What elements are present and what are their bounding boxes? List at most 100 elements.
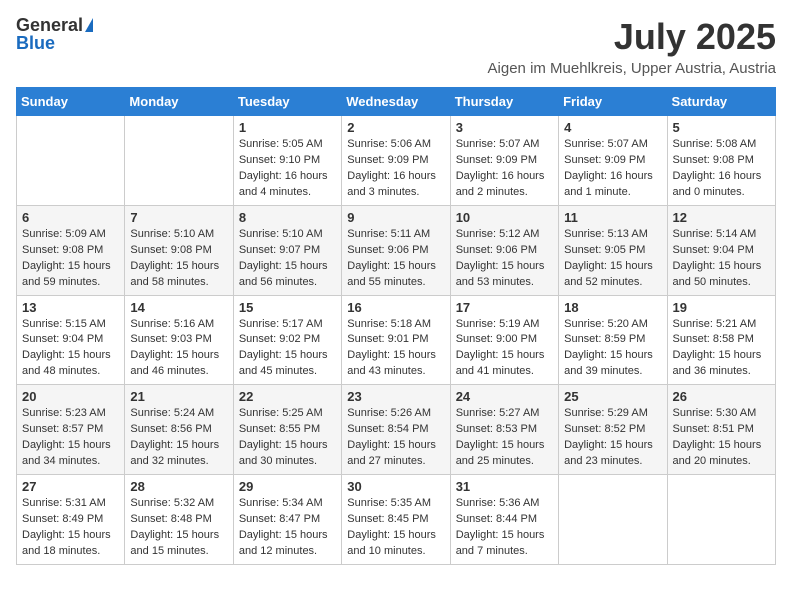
day-number: 20 bbox=[22, 389, 119, 404]
day-cell-4: 4Sunrise: 5:07 AMSunset: 9:09 PMDaylight… bbox=[559, 116, 667, 206]
day-cell-13: 13 Sunrise: 5:15 AMSunset: 9:04 PMDayligh… bbox=[17, 295, 125, 385]
day-number: 10 bbox=[456, 210, 553, 225]
day-cell-8: 8 Sunrise: 5:10 AMSunset: 9:07 PMDaylight… bbox=[233, 205, 341, 295]
day-cell-18: 18 Sunrise: 5:20 AMSunset: 8:59 PMDayligh… bbox=[559, 295, 667, 385]
day-cell-1: 1 Sunrise: 5:05 AMSunset: 9:10 PMDaylight… bbox=[233, 116, 341, 206]
day-cell-2: 2 Sunrise: 5:06 AMSunset: 9:09 PMDaylight… bbox=[342, 116, 450, 206]
day-info: Sunrise: 5:29 AMSunset: 8:52 PMDaylight:… bbox=[564, 406, 661, 470]
weekday-header-tuesday: Tuesday bbox=[233, 88, 341, 116]
day-cell-25: 25 Sunrise: 5:29 AMSunset: 8:52 PMDayligh… bbox=[559, 385, 667, 475]
weekday-header-friday: Friday bbox=[559, 88, 667, 116]
day-info: Sunrise: 5:07 AMSunset: 9:09 PMDaylight:… bbox=[564, 137, 661, 201]
day-number: 21 bbox=[130, 389, 227, 404]
day-info: Sunrise: 5:08 AMSunset: 9:08 PMDaylight:… bbox=[673, 137, 770, 201]
weekday-header-thursday: Thursday bbox=[450, 88, 558, 116]
week-row-4: 20 Sunrise: 5:23 AMSunset: 8:57 PMDayligh… bbox=[17, 385, 776, 475]
empty-cell bbox=[667, 475, 775, 565]
month-title: July 2025 bbox=[488, 16, 776, 58]
day-cell-3: 3 Sunrise: 5:07 AMSunset: 9:09 PMDaylight… bbox=[450, 116, 558, 206]
day-cell-24: 24Sunrise: 5:27 AMSunset: 8:53 PMDayligh… bbox=[450, 385, 558, 475]
day-cell-28: 28Sunrise: 5:32 AMSunset: 8:48 PMDayligh… bbox=[125, 475, 233, 565]
day-cell-26: 26 Sunrise: 5:30 AMSunset: 8:51 PMDayligh… bbox=[667, 385, 775, 475]
day-info: Sunrise: 5:30 AMSunset: 8:51 PMDaylight:… bbox=[673, 406, 770, 470]
day-cell-16: 16 Sunrise: 5:18 AMSunset: 9:01 PMDayligh… bbox=[342, 295, 450, 385]
day-info: Sunrise: 5:17 AMSunset: 9:02 PMDaylight:… bbox=[239, 317, 336, 381]
day-number: 22 bbox=[239, 389, 336, 404]
day-info: Sunrise: 5:20 AMSunset: 8:59 PMDaylight:… bbox=[564, 317, 661, 381]
day-info: Sunrise: 5:18 AMSunset: 9:01 PMDaylight:… bbox=[347, 317, 444, 381]
day-number: 1 bbox=[239, 120, 336, 135]
day-number: 14 bbox=[130, 300, 227, 315]
day-info: Sunrise: 5:10 AMSunset: 9:08 PMDaylight:… bbox=[130, 227, 227, 291]
day-number: 9 bbox=[347, 210, 444, 225]
week-row-3: 13 Sunrise: 5:15 AMSunset: 9:04 PMDayligh… bbox=[17, 295, 776, 385]
day-number: 12 bbox=[673, 210, 770, 225]
empty-cell bbox=[17, 116, 125, 206]
day-number: 16 bbox=[347, 300, 444, 315]
day-number: 3 bbox=[456, 120, 553, 135]
day-info: Sunrise: 5:25 AMSunset: 8:55 PMDaylight:… bbox=[239, 406, 336, 470]
day-number: 15 bbox=[239, 300, 336, 315]
day-info: Sunrise: 5:36 AMSunset: 8:44 PMDaylight:… bbox=[456, 496, 553, 560]
day-info: Sunrise: 5:14 AMSunset: 9:04 PMDaylight:… bbox=[673, 227, 770, 291]
week-row-2: 6Sunrise: 5:09 AMSunset: 9:08 PMDaylight… bbox=[17, 205, 776, 295]
empty-cell bbox=[559, 475, 667, 565]
day-number: 25 bbox=[564, 389, 661, 404]
day-number: 26 bbox=[673, 389, 770, 404]
day-number: 13 bbox=[22, 300, 119, 315]
day-number: 18 bbox=[564, 300, 661, 315]
day-info: Sunrise: 5:13 AMSunset: 9:05 PMDaylight:… bbox=[564, 227, 661, 291]
day-number: 30 bbox=[347, 479, 444, 494]
day-info: Sunrise: 5:05 AMSunset: 9:10 PMDaylight:… bbox=[239, 137, 336, 201]
day-info: Sunrise: 5:24 AMSunset: 8:56 PMDaylight:… bbox=[130, 406, 227, 470]
day-info: Sunrise: 5:23 AMSunset: 8:57 PMDaylight:… bbox=[22, 406, 119, 470]
logo-triangle-icon bbox=[85, 18, 93, 32]
day-info: Sunrise: 5:31 AMSunset: 8:49 PMDaylight:… bbox=[22, 496, 119, 560]
day-number: 5 bbox=[673, 120, 770, 135]
day-info: Sunrise: 5:19 AMSunset: 9:00 PMDaylight:… bbox=[456, 317, 553, 381]
day-info: Sunrise: 5:26 AMSunset: 8:54 PMDaylight:… bbox=[347, 406, 444, 470]
day-number: 6 bbox=[22, 210, 119, 225]
day-cell-27: 27 Sunrise: 5:31 AMSunset: 8:49 PMDayligh… bbox=[17, 475, 125, 565]
day-cell-10: 10 Sunrise: 5:12 AMSunset: 9:06 PMDayligh… bbox=[450, 205, 558, 295]
day-number: 31 bbox=[456, 479, 553, 494]
weekday-header-saturday: Saturday bbox=[667, 88, 775, 116]
day-number: 27 bbox=[22, 479, 119, 494]
day-number: 19 bbox=[673, 300, 770, 315]
day-info: Sunrise: 5:12 AMSunset: 9:06 PMDaylight:… bbox=[456, 227, 553, 291]
title-area: July 2025 Aigen im Muehlkreis, Upper Aus… bbox=[488, 16, 776, 77]
empty-cell bbox=[125, 116, 233, 206]
day-number: 29 bbox=[239, 479, 336, 494]
day-number: 23 bbox=[347, 389, 444, 404]
day-info: Sunrise: 5:35 AMSunset: 8:45 PMDaylight:… bbox=[347, 496, 444, 560]
day-cell-19: 19Sunrise: 5:21 AMSunset: 8:58 PMDayligh… bbox=[667, 295, 775, 385]
day-cell-20: 20 Sunrise: 5:23 AMSunset: 8:57 PMDayligh… bbox=[17, 385, 125, 475]
day-cell-23: 23 Sunrise: 5:26 AMSunset: 8:54 PMDayligh… bbox=[342, 385, 450, 475]
day-cell-21: 21 Sunrise: 5:24 AMSunset: 8:56 PMDayligh… bbox=[125, 385, 233, 475]
day-info: Sunrise: 5:10 AMSunset: 9:07 PMDaylight:… bbox=[239, 227, 336, 291]
day-number: 7 bbox=[130, 210, 227, 225]
day-number: 11 bbox=[564, 210, 661, 225]
day-number: 28 bbox=[130, 479, 227, 494]
day-info: Sunrise: 5:07 AMSunset: 9:09 PMDaylight:… bbox=[456, 137, 553, 201]
weekday-header-row: SundayMondayTuesdayWednesdayThursdayFrid… bbox=[17, 88, 776, 116]
day-info: Sunrise: 5:27 AMSunset: 8:53 PMDaylight:… bbox=[456, 406, 553, 470]
day-cell-15: 15 Sunrise: 5:17 AMSunset: 9:02 PMDayligh… bbox=[233, 295, 341, 385]
day-number: 17 bbox=[456, 300, 553, 315]
day-cell-9: 9Sunrise: 5:11 AMSunset: 9:06 PMDaylight… bbox=[342, 205, 450, 295]
day-cell-17: 17 Sunrise: 5:19 AMSunset: 9:00 PMDayligh… bbox=[450, 295, 558, 385]
location-title: Aigen im Muehlkreis, Upper Austria, Aust… bbox=[488, 60, 776, 77]
day-cell-14: 14Sunrise: 5:16 AMSunset: 9:03 PMDayligh… bbox=[125, 295, 233, 385]
weekday-header-sunday: Sunday bbox=[17, 88, 125, 116]
day-cell-12: 12 Sunrise: 5:14 AMSunset: 9:04 PMDayligh… bbox=[667, 205, 775, 295]
day-number: 8 bbox=[239, 210, 336, 225]
day-cell-11: 11 Sunrise: 5:13 AMSunset: 9:05 PMDayligh… bbox=[559, 205, 667, 295]
day-info: Sunrise: 5:06 AMSunset: 9:09 PMDaylight:… bbox=[347, 137, 444, 201]
day-info: Sunrise: 5:34 AMSunset: 8:47 PMDaylight:… bbox=[239, 496, 336, 560]
day-cell-30: 30 Sunrise: 5:35 AMSunset: 8:45 PMDayligh… bbox=[342, 475, 450, 565]
day-info: Sunrise: 5:15 AMSunset: 9:04 PMDaylight:… bbox=[22, 317, 119, 381]
day-number: 2 bbox=[347, 120, 444, 135]
day-cell-6: 6Sunrise: 5:09 AMSunset: 9:08 PMDaylight… bbox=[17, 205, 125, 295]
day-cell-29: 29 Sunrise: 5:34 AMSunset: 8:47 PMDayligh… bbox=[233, 475, 341, 565]
week-row-5: 27 Sunrise: 5:31 AMSunset: 8:49 PMDayligh… bbox=[17, 475, 776, 565]
